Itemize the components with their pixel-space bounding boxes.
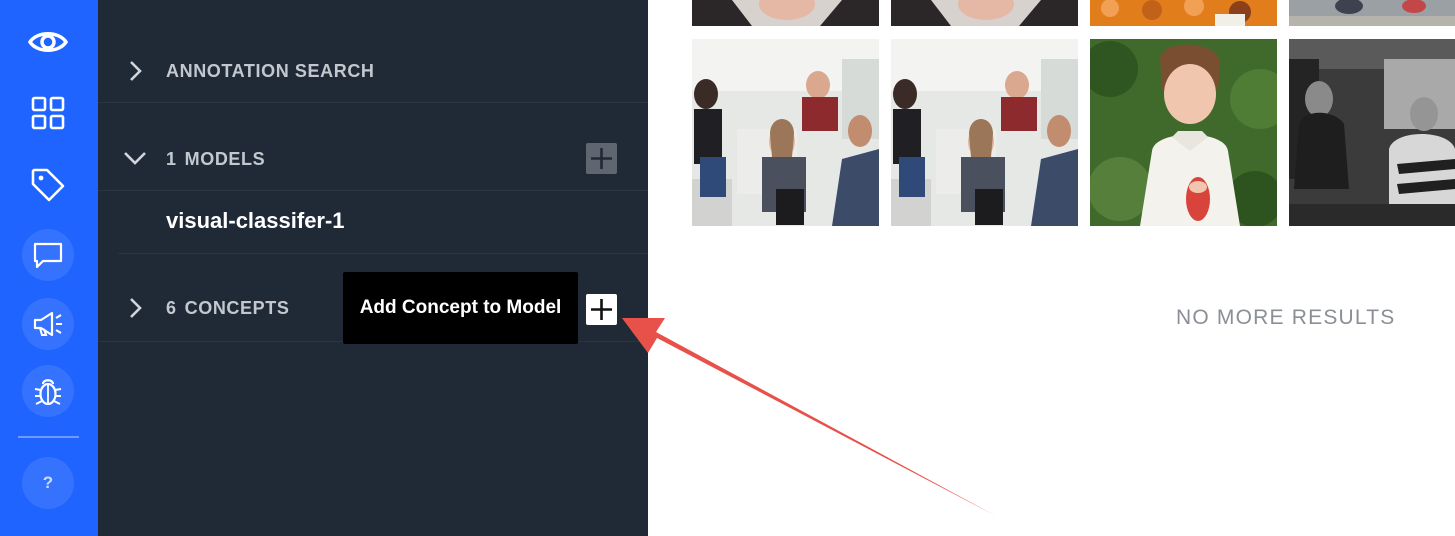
chevron-down-icon[interactable]: [124, 147, 146, 169]
image-thumbnail[interactable]: [1289, 0, 1455, 26]
image-thumbnail[interactable]: [1090, 39, 1277, 226]
side-panel: ANNOTATION SEARCH 1 MODELS visual-classif…: [98, 0, 648, 536]
models-label: MODELS: [184, 149, 266, 169]
plus-icon: [591, 148, 612, 169]
megaphone-icon[interactable]: [22, 298, 74, 350]
app-window: ? ANNOTATION SEARCH 1 MODELS visual-clas…: [0, 0, 1455, 536]
image-thumbnail[interactable]: [692, 39, 879, 226]
grid-icon[interactable]: [22, 87, 74, 139]
eye-icon[interactable]: [22, 16, 74, 68]
help-label: ?: [42, 473, 54, 492]
concepts-header-label: 6 CONCEPTS: [166, 298, 289, 319]
no-more-results-label: NO MORE RESULTS: [1176, 306, 1396, 329]
annotation-search-label: ANNOTATION SEARCH: [166, 61, 375, 81]
image-thumbnail[interactable]: [1090, 0, 1277, 26]
help-icon[interactable]: ?: [22, 457, 74, 509]
image-thumbnail[interactable]: [692, 0, 879, 26]
tag-icon[interactable]: [22, 159, 74, 211]
concepts-count: 6: [166, 298, 177, 318]
image-thumbnail[interactable]: [891, 0, 1078, 26]
models-section-header[interactable]: 1 MODELS: [98, 103, 648, 191]
chevron-right-icon[interactable]: [124, 60, 146, 82]
image-thumbnail[interactable]: [891, 39, 1078, 226]
bug-icon[interactable]: [22, 365, 74, 417]
models-count: 1: [166, 149, 177, 169]
concepts-label: CONCEPTS: [184, 298, 290, 318]
models-header-label: 1 MODELS: [166, 149, 265, 170]
add-concept-button[interactable]: [586, 294, 617, 325]
add-model-button[interactable]: [586, 143, 617, 174]
annotation-search-section[interactable]: ANNOTATION SEARCH: [98, 0, 648, 103]
image-thumbnail[interactable]: [1289, 39, 1455, 226]
icon-rail: ?: [0, 0, 98, 536]
add-concept-tooltip: Add Concept to Model: [343, 272, 578, 344]
rail-divider: [18, 436, 79, 438]
chevron-right-icon[interactable]: [124, 297, 146, 319]
chat-icon[interactable]: [22, 229, 74, 281]
model-list-item[interactable]: visual-classifer-1: [118, 191, 648, 254]
plus-icon: [591, 299, 612, 320]
model-name: visual-classifer-1: [166, 208, 345, 233]
